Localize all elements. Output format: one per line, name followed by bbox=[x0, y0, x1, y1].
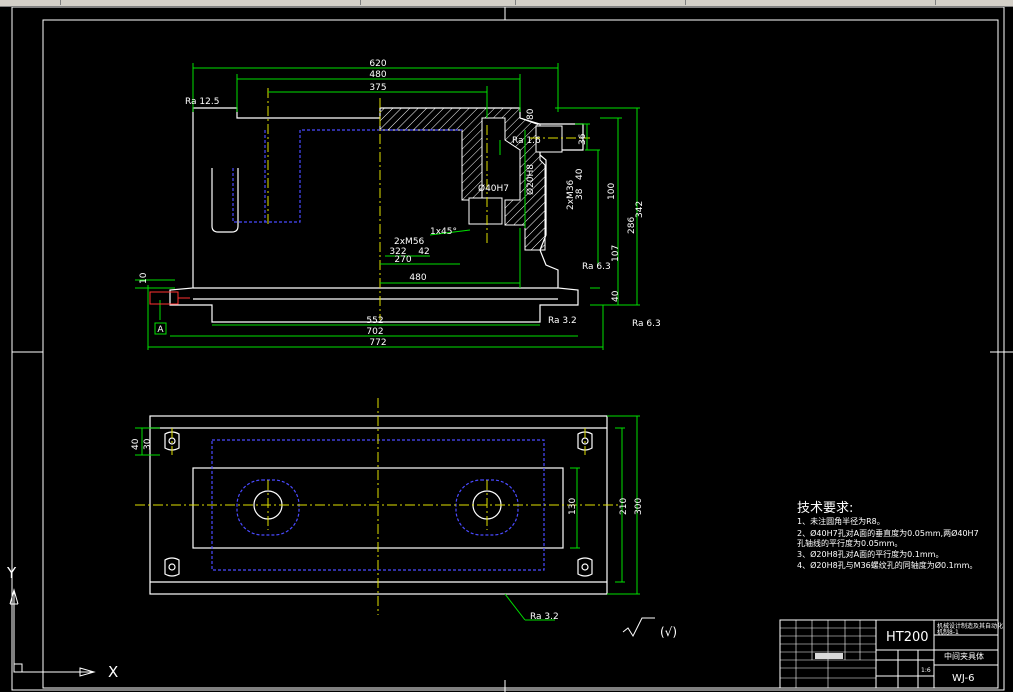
ucs-x-label: X bbox=[108, 663, 118, 681]
roughness-1-6: Ra 1.6 bbox=[512, 136, 541, 146]
note-line-3: 孔轴线的平行度为0.05mm。 bbox=[797, 538, 902, 548]
dim-286: 286 bbox=[627, 217, 637, 234]
dim-10: 10 bbox=[139, 272, 149, 284]
dim-top-300: 300 bbox=[634, 498, 644, 515]
dim-552: 552 bbox=[366, 316, 383, 326]
technical-notes: 技术要求: 1、未注圆角半径为R8。 2、Ø40H7孔对A面的垂直度为0.05m… bbox=[797, 501, 979, 570]
dim-hole-40h7: Ø40H7 bbox=[478, 183, 509, 194]
dim-top-130: 130 bbox=[568, 498, 578, 515]
cad-drawing-canvas[interactable]: A 620 480 375 552 702 772 480 270 42 322… bbox=[0, 7, 1013, 692]
ucs-icon: Y X bbox=[6, 564, 118, 681]
general-roughness-symbol: (√) bbox=[622, 617, 677, 639]
dim-hole-20h8: Ø20H8 bbox=[525, 164, 536, 195]
roughness-6-3-b: Ra 6.3 bbox=[632, 319, 661, 329]
dim-620: 620 bbox=[369, 59, 386, 69]
dim-322: 322 bbox=[389, 247, 406, 257]
datum-label: A bbox=[157, 325, 164, 335]
toolbar-strip bbox=[0, 0, 1013, 7]
dim-100: 100 bbox=[607, 183, 617, 200]
roughness-3-2: Ra 3.2 bbox=[548, 316, 577, 326]
dim-top-30: 30 bbox=[143, 438, 153, 450]
top-view: 40 30 130 210 300 Ra 3.2 bbox=[131, 398, 644, 622]
dim-702: 702 bbox=[366, 327, 383, 337]
dim-42: 42 bbox=[418, 247, 429, 257]
note-line-5: 4、Ø20H8孔与M36螺纹孔的同轴度为Ø0.1mm。 bbox=[797, 560, 977, 570]
note-line-2: 2、Ø40H7孔对A面的垂直度为0.05mm,两Ø40H7 bbox=[797, 528, 979, 538]
dim-480-mid: 480 bbox=[409, 273, 426, 283]
notes-title: 技术要求: bbox=[797, 501, 853, 516]
scale: 1:6 bbox=[921, 667, 931, 674]
front-view: A 620 480 375 552 702 772 480 270 42 322… bbox=[135, 59, 661, 350]
roughness-top-3-2: Ra 3.2 bbox=[530, 612, 559, 622]
dim-40-depth: 40 bbox=[575, 168, 585, 180]
dim-80: 80 bbox=[526, 108, 536, 120]
drawing-number: WJ-6 bbox=[952, 673, 974, 684]
dim-38: 38 bbox=[575, 188, 585, 200]
dim-top-210: 210 bbox=[619, 498, 629, 515]
roughness-12-5: Ra 12.5 bbox=[185, 97, 219, 107]
dim-772: 772 bbox=[369, 338, 386, 348]
dim-107: 107 bbox=[611, 245, 621, 262]
dim-480-top: 480 bbox=[369, 70, 386, 80]
dim-2xm56: 2xM56 bbox=[394, 237, 425, 247]
dim-chamfer: 1x45° bbox=[430, 227, 457, 237]
roughness-6-3-a: Ra 6.3 bbox=[582, 262, 611, 272]
material: HT200 bbox=[886, 630, 929, 645]
note-line-4: 3、Ø20H8孔对A面的平行度为0.1mm。 bbox=[797, 549, 943, 559]
roughness-note: (√) bbox=[660, 625, 677, 639]
dim-342: 342 bbox=[635, 201, 645, 218]
title-block: HT200 机械设计制造及其自动化 机制8-1 中间夹具体 WJ-6 1:6 bbox=[779, 619, 1003, 689]
note-line-1: 1、未注圆角半径为R8。 bbox=[797, 516, 885, 526]
class-no: 机制8-1 bbox=[937, 628, 959, 636]
dim-40-bottom: 40 bbox=[611, 290, 621, 302]
part-name: 中间夹具体 bbox=[944, 651, 984, 661]
dim-375: 375 bbox=[369, 83, 386, 93]
ucs-y-label: Y bbox=[6, 564, 17, 582]
dim-36: 36 bbox=[578, 133, 588, 145]
dim-top-40: 40 bbox=[131, 438, 141, 450]
